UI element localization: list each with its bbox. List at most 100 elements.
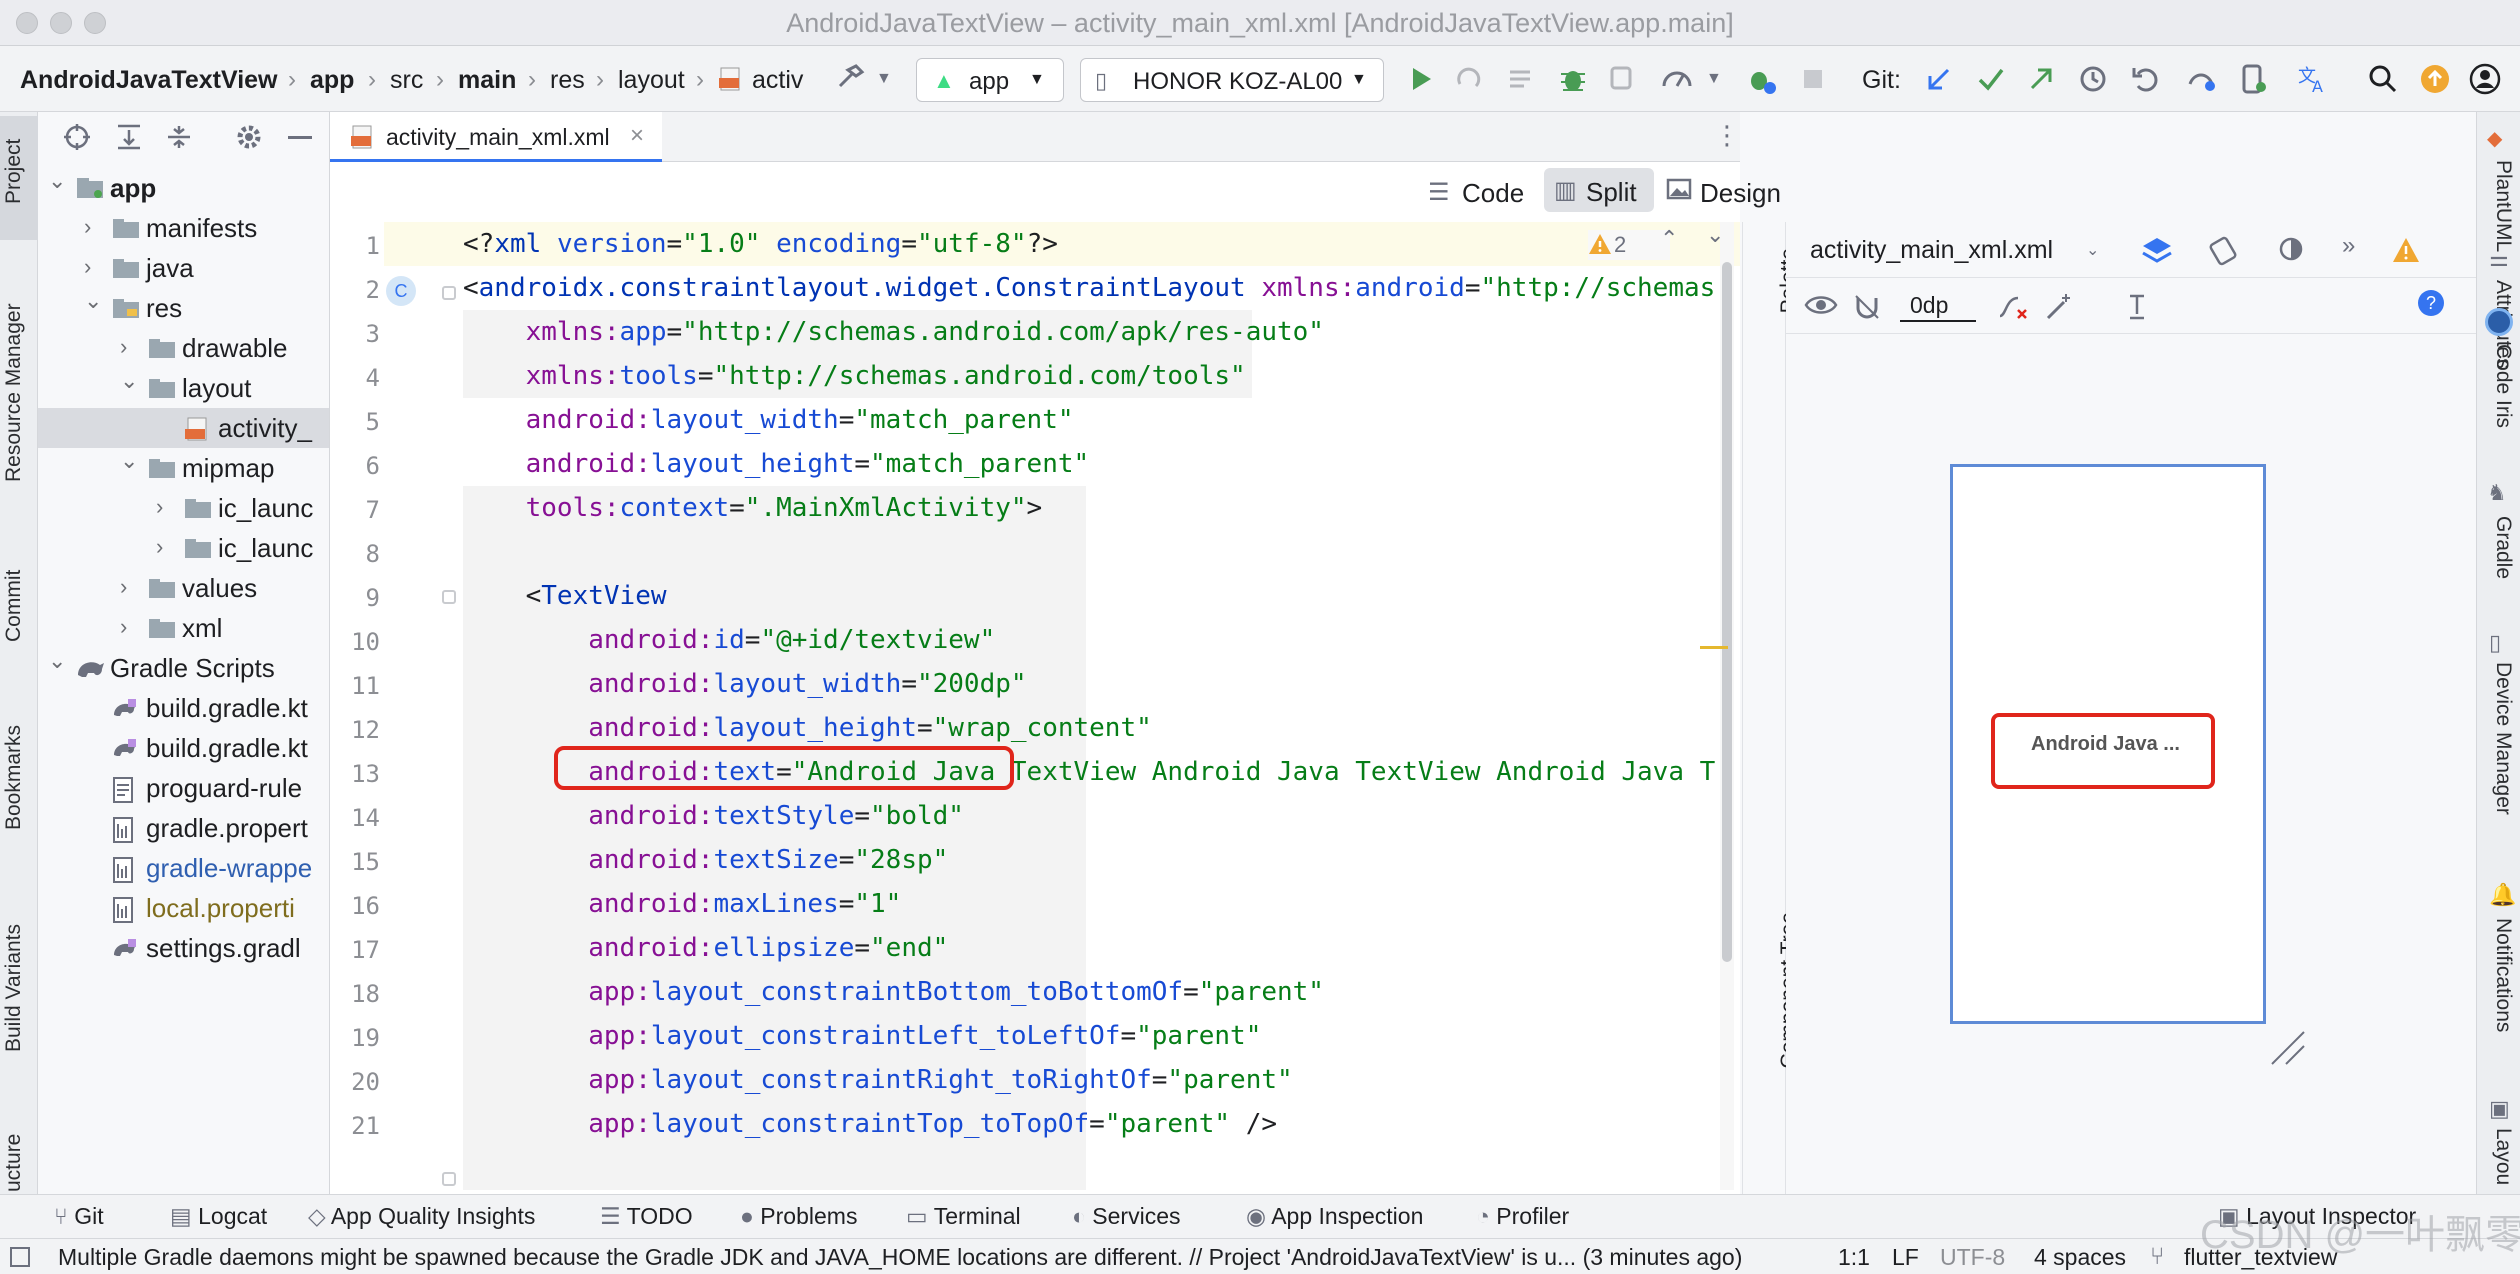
run-icon[interactable] — [1404, 62, 1438, 96]
code-line[interactable]: android:layout_width="match_parent" — [463, 398, 1074, 442]
infer-constraints-icon[interactable] — [2044, 292, 2074, 322]
breadcrumb-res[interactable]: res — [550, 66, 585, 95]
layers-icon[interactable] — [2140, 234, 2174, 268]
editor-scrollbar[interactable] — [1700, 222, 1734, 1190]
code-line[interactable]: xmlns:app="http://schemas.android.com/ap… — [463, 310, 1324, 354]
file-encoding[interactable]: UTF-8 — [1940, 1244, 2005, 1271]
tree-item[interactable]: proguard-rule — [38, 768, 329, 808]
fold-marker[interactable] — [442, 1172, 456, 1186]
tree-item[interactable]: gradle-wrappe — [38, 848, 329, 888]
chevron-down-icon[interactable]: ⌄ — [2086, 240, 2099, 260]
design-file-dropdown[interactable]: activity_main_xml.xml — [1810, 236, 2053, 265]
caret-position[interactable]: 1:1 — [1838, 1244, 1870, 1271]
tree-item[interactable]: › xml — [38, 608, 329, 648]
rollback-icon[interactable] — [2128, 62, 2162, 96]
tree-item[interactable]: gradle.propert — [38, 808, 329, 848]
fold-marker[interactable] — [442, 590, 456, 604]
stop-icon[interactable] — [1796, 62, 1830, 96]
chevron-right-icon[interactable]: › — [84, 214, 91, 240]
update-icon[interactable] — [2418, 62, 2452, 96]
code-editor[interactable]: 2 ⌃ ⌄ <?xml version="1.0" encoding="utf-… — [330, 222, 1740, 1194]
translate-icon[interactable]: 文A — [2296, 62, 2330, 96]
tool-tab-build-variants[interactable]: Build Variants — [2, 924, 26, 1052]
tool-window-services[interactable]: ◐ Services — [1072, 1203, 1181, 1230]
breadcrumb-file[interactable]: activ — [752, 66, 803, 95]
device-select[interactable]: ▯ HONOR KOZ-AL00 ▼ — [1080, 58, 1384, 102]
device-preview-screen[interactable]: Android Java ... — [1950, 464, 2266, 1024]
breadcrumb-main[interactable]: main — [458, 66, 516, 95]
code-line[interactable]: android:id="@+id/textview" — [463, 618, 995, 662]
apply-changes-icon[interactable] — [1452, 62, 1486, 96]
tool-window-app-inspection[interactable]: ◉ App Inspection — [1246, 1203, 1423, 1230]
split-mode-button[interactable]: ▥ Split — [1544, 168, 1654, 212]
device-manager-icon[interactable] — [2236, 62, 2270, 96]
tool-window-logcat[interactable]: ▤ Logcat — [170, 1203, 267, 1230]
git-update-icon[interactable] — [1922, 62, 1956, 96]
class-gutter-icon[interactable]: C — [386, 276, 416, 306]
tool-tab-project[interactable]: Project — [2, 139, 26, 204]
line-separator[interactable]: LF — [1892, 1244, 1919, 1271]
help-icon[interactable]: ? — [2418, 290, 2444, 316]
code-line[interactable]: app:layout_constraintBottom_toBottomOf="… — [463, 970, 1324, 1014]
tool-window-app-quality-insights[interactable]: ◇ App Quality Insights — [308, 1203, 535, 1230]
default-margin-field[interactable]: 0dp — [1900, 290, 1976, 322]
gear-icon[interactable] — [234, 122, 264, 152]
sync-gradle-icon[interactable] — [1744, 62, 1778, 96]
minimize-panel-icon[interactable] — [288, 136, 312, 139]
profiler-icon[interactable] — [1660, 62, 1694, 96]
design-mode-button[interactable]: Design — [1666, 172, 1786, 212]
chevron-right-icon[interactable]: › — [156, 494, 163, 520]
code-line[interactable]: android:ellipsize="end" — [463, 926, 948, 970]
tool-tab-gradle[interactable]: Gradle — [2491, 516, 2515, 579]
close-tab-icon[interactable]: × — [630, 122, 644, 150]
magnet-off-icon[interactable] — [1852, 292, 1882, 322]
preview-textview[interactable]: Android Java ... — [2031, 733, 2180, 756]
tool-window-todo[interactable]: ☰ TODO — [600, 1203, 693, 1230]
tree-item[interactable]: › values — [38, 568, 329, 608]
tool-tab-device-manager[interactable]: Device Manager — [2491, 662, 2515, 815]
breadcrumb-module[interactable]: app — [310, 66, 354, 95]
tree-item[interactable]: ⌄ layout — [38, 368, 329, 408]
orientation-icon[interactable] — [2206, 234, 2240, 268]
theme-icon[interactable] — [2274, 234, 2308, 268]
chevron-right-icon[interactable]: › — [120, 574, 127, 600]
code-line[interactable]: <?xml version="1.0" encoding="utf-8"?> — [463, 222, 1058, 266]
tool-tab-structure[interactable]: ucture — [2, 1134, 26, 1192]
account-icon[interactable] — [2468, 62, 2502, 96]
chevron-down-icon[interactable]: ⌄ — [120, 448, 138, 474]
tree-item[interactable]: › drawable — [38, 328, 329, 368]
tree-item[interactable]: ⌄ mipmap — [38, 448, 329, 488]
fold-marker[interactable] — [442, 286, 456, 300]
tree-item[interactable]: › ic_launc — [38, 488, 329, 528]
code-line[interactable]: app:layout_constraintTop_toTopOf="parent… — [463, 1102, 1277, 1146]
tree-item[interactable]: › java — [38, 248, 329, 288]
attach-debugger-icon[interactable] — [1606, 62, 1640, 96]
toggle-tool-windows-icon[interactable] — [10, 1247, 30, 1267]
tree-item[interactable]: build.gradle.kt — [38, 728, 329, 768]
chevron-down-icon[interactable]: ▼ — [876, 70, 892, 88]
code-line[interactable]: android:maxLines="1" — [463, 882, 901, 926]
resize-handle-icon[interactable] — [2268, 1028, 2308, 1068]
collapse-all-icon[interactable] — [164, 122, 194, 152]
tree-item[interactable]: ⌄ Gradle Scripts — [38, 648, 329, 688]
code-line[interactable]: android:textSize="28sp" — [463, 838, 948, 882]
editor-tab-activity-main[interactable]: activity_main_xml.xml × — [330, 112, 662, 162]
git-push-icon[interactable] — [2024, 62, 2058, 96]
code-line[interactable]: <TextView — [463, 574, 667, 618]
run-config-select[interactable]: ▲ app ▼ — [916, 58, 1064, 102]
locate-icon[interactable] — [62, 122, 92, 152]
chevron-up-icon[interactable]: ⌃ — [1660, 226, 1678, 252]
code-line[interactable]: android:textStyle="bold" — [463, 794, 964, 838]
tool-tab-notifications[interactable]: Notifications — [2491, 918, 2515, 1032]
code-line[interactable]: <androidx.constraintlayout.widget.Constr… — [463, 266, 1715, 310]
tree-item[interactable]: build.gradle.kt — [38, 688, 329, 728]
code-line[interactable]: android:layout_height="match_parent" — [463, 442, 1090, 486]
chevron-down-icon[interactable]: ⌄ — [48, 648, 66, 674]
tree-item[interactable]: › ic_launc — [38, 528, 329, 568]
git-commit-icon[interactable] — [1974, 62, 2008, 96]
tool-window-terminal[interactable]: ▭ Terminal — [906, 1203, 1021, 1230]
eye-icon[interactable] — [1804, 292, 1838, 318]
tool-window-profiler[interactable]: ◔ Profiler — [1476, 1203, 1569, 1230]
warning-icon[interactable] — [2392, 236, 2420, 264]
status-message[interactable]: Multiple Gradle daemons might be spawned… — [58, 1244, 1742, 1271]
